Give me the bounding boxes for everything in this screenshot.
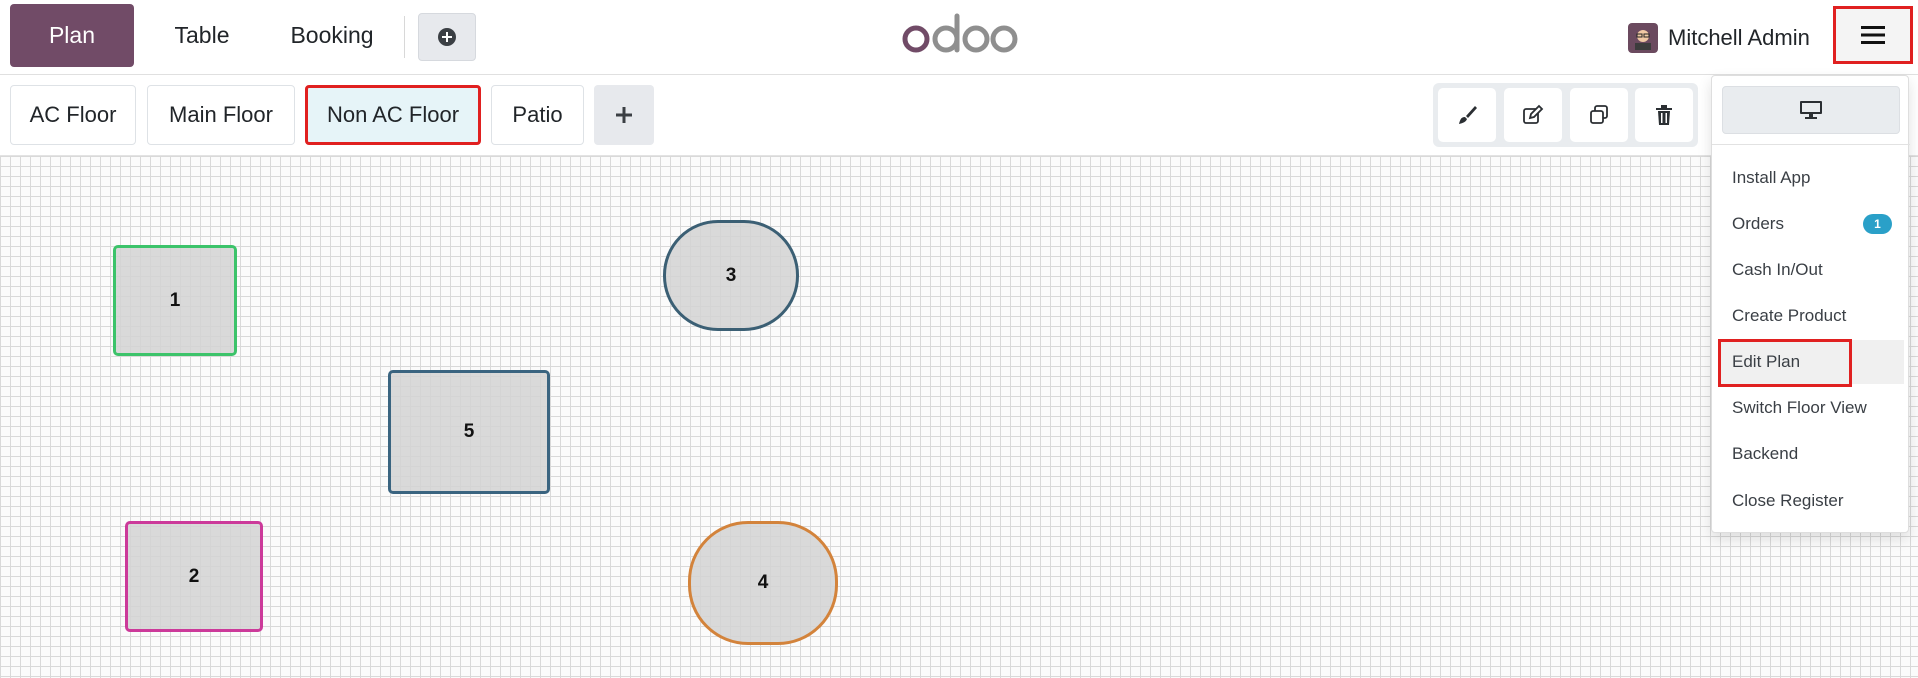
menu-item-create-product[interactable]: Create Product — [1712, 294, 1910, 338]
odoo-logo — [902, 13, 1018, 53]
delete-button[interactable] — [1635, 88, 1693, 142]
edit-toolbar — [1433, 83, 1698, 147]
menu-item-orders-label: Orders — [1732, 214, 1784, 233]
menu-divider — [1712, 144, 1910, 145]
pos-floor-screen: Plan Table Booking Mitchell Admin AC Flo… — [0, 0, 1918, 678]
tab-plan[interactable]: Plan — [10, 4, 134, 67]
menu-item-install-app[interactable]: Install App — [1712, 156, 1910, 200]
table-2[interactable]: 2 — [125, 521, 263, 632]
table-5[interactable]: 5 — [388, 370, 550, 494]
top-navbar: Plan Table Booking Mitchell Admin — [0, 0, 1918, 75]
tab-table[interactable]: Table — [142, 4, 262, 67]
avatar — [1628, 23, 1658, 53]
customer-display-button[interactable] — [1722, 86, 1900, 134]
floor-tabs-bar: AC Floor Main Floor Non AC Floor Patio — [0, 75, 1918, 156]
table-4[interactable]: 4 — [688, 521, 838, 645]
paintbrush-icon — [1459, 106, 1477, 124]
rename-button[interactable] — [1504, 88, 1562, 142]
menu-item-cash-in-out[interactable]: Cash In/Out — [1712, 248, 1910, 292]
hamburger-icon — [1861, 26, 1885, 44]
user-name: Mitchell Admin — [1668, 25, 1810, 50]
edit-plan-highlight — [1718, 339, 1852, 387]
tab-booking[interactable]: Booking — [270, 4, 394, 67]
user-menu[interactable]: Mitchell Admin — [1628, 18, 1810, 58]
menu-item-backend[interactable]: Backend — [1712, 432, 1910, 476]
floor-tab-non-ac-floor[interactable]: Non AC Floor — [305, 85, 481, 145]
trash-icon — [1656, 105, 1672, 125]
duplicate-button[interactable] — [1570, 88, 1628, 142]
plus-icon — [616, 107, 632, 123]
monitor-icon — [1800, 101, 1822, 119]
menu-item-close-register[interactable]: Close Register — [1712, 479, 1910, 523]
menu-item-orders[interactable]: Orders 1 — [1712, 202, 1910, 246]
floor-tab-patio[interactable]: Patio — [491, 85, 584, 145]
add-floor-button[interactable] — [594, 85, 654, 145]
navbar-divider — [404, 16, 405, 58]
menu-item-switch-floor-view[interactable]: Switch Floor View — [1712, 386, 1910, 430]
new-order-button[interactable] — [418, 13, 476, 61]
plus-circle-icon — [438, 28, 456, 46]
floor-tab-main-floor[interactable]: Main Floor — [147, 85, 295, 145]
duplicate-icon — [1590, 105, 1608, 124]
change-color-button[interactable] — [1438, 88, 1496, 142]
main-menu-dropdown: Install App Orders 1 Cash In/Out Create … — [1711, 75, 1910, 533]
table-1[interactable]: 1 — [113, 245, 237, 356]
floor-tab-ac-floor[interactable]: AC Floor — [10, 85, 136, 145]
orders-count-badge: 1 — [1863, 214, 1892, 234]
menu-toggle-button[interactable] — [1833, 6, 1913, 64]
table-3[interactable]: 3 — [663, 220, 799, 331]
edit-icon — [1523, 104, 1544, 124]
floor-plan-area[interactable]: 1 3 5 2 4 — [0, 156, 1918, 678]
